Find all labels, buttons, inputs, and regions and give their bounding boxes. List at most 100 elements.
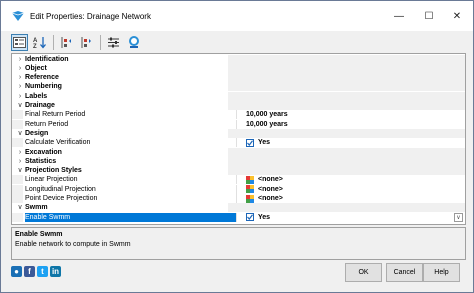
filter-settings-button[interactable] bbox=[105, 34, 122, 51]
chevron-right-icon[interactable]: › bbox=[16, 157, 24, 166]
category-row[interactable]: ∨ Projection Styles bbox=[12, 166, 465, 176]
category-label: Design bbox=[25, 129, 49, 137]
column-divider bbox=[236, 119, 237, 129]
row-gutter bbox=[12, 138, 23, 148]
linkedin-icon[interactable]: in bbox=[50, 266, 61, 277]
edit-properties-dialog: Edit Properties: Drainage Network — ☐ ✕ … bbox=[0, 0, 474, 293]
category-row[interactable]: ∨ Design bbox=[12, 128, 465, 138]
help-button[interactable]: Help bbox=[423, 263, 460, 282]
property-row[interactable]: Return Period 10,000 years bbox=[12, 119, 465, 129]
row-gutter bbox=[12, 175, 23, 185]
row-gutter bbox=[12, 119, 23, 129]
property-value[interactable]: 10,000 years bbox=[246, 120, 288, 129]
category-fill bbox=[228, 73, 465, 83]
search-button[interactable] bbox=[125, 34, 142, 51]
property-value-text: Yes bbox=[258, 139, 271, 147]
property-value-text: Yes bbox=[258, 213, 271, 221]
help-description: Enable network to compute in Swmm bbox=[15, 241, 131, 248]
category-fill bbox=[228, 91, 465, 101]
window-title: Edit Properties: Drainage Network bbox=[30, 11, 151, 21]
chevron-down-icon[interactable]: ∨ bbox=[16, 101, 24, 110]
category-row[interactable]: › Excavation bbox=[12, 147, 465, 157]
social-links: ● f t in bbox=[11, 266, 63, 277]
chevron-right-icon[interactable]: › bbox=[16, 148, 24, 157]
category-label: Labels bbox=[25, 92, 48, 100]
property-value[interactable]: 10,000 years bbox=[246, 110, 288, 119]
category-label: Projection Styles bbox=[25, 167, 82, 175]
category-fill bbox=[228, 82, 465, 92]
chevron-right-icon[interactable]: › bbox=[16, 64, 24, 73]
property-value[interactable]: Yes bbox=[236, 138, 270, 147]
globe-icon[interactable]: ● bbox=[11, 266, 22, 277]
maximize-button[interactable]: ☐ bbox=[414, 1, 444, 31]
close-button[interactable]: ✕ bbox=[442, 1, 472, 31]
category-fill bbox=[228, 101, 465, 110]
twitter-icon[interactable]: t bbox=[37, 266, 48, 277]
category-fill bbox=[228, 128, 465, 138]
property-row[interactable]: Linear Projection <none> bbox=[12, 175, 465, 185]
property-label: Return Period bbox=[25, 120, 69, 128]
property-label: Point Device Projection bbox=[25, 195, 98, 202]
property-row[interactable]: Point Device Projection <none> bbox=[12, 194, 465, 203]
sort-az-icon: AZ bbox=[33, 36, 46, 49]
category-row[interactable]: › Numbering bbox=[12, 82, 465, 92]
chevron-down-icon[interactable]: ∨ bbox=[16, 166, 24, 175]
chevron-right-icon[interactable]: › bbox=[16, 82, 24, 91]
category-row[interactable]: › Object bbox=[12, 63, 465, 73]
checkbox-icon bbox=[246, 213, 254, 222]
property-label: Longitudinal Projection bbox=[25, 185, 96, 193]
help-title: Enable Swmm bbox=[15, 231, 63, 238]
categorized-view-button[interactable] bbox=[11, 33, 28, 51]
property-row[interactable]: Final Return Period 10,000 years bbox=[12, 110, 465, 120]
property-label: Enable Swmm bbox=[25, 212, 236, 222]
chevron-down-icon[interactable]: ∨ bbox=[16, 203, 24, 212]
toolbar-separator bbox=[53, 34, 54, 50]
title-bar[interactable]: Edit Properties: Drainage Network — ☐ ✕ bbox=[1, 1, 473, 31]
chevron-right-icon[interactable]: › bbox=[16, 92, 24, 101]
property-row[interactable]: Enable Swmm Yes ∨ bbox=[12, 212, 465, 222]
row-gutter bbox=[12, 110, 23, 120]
property-grid: › Identification › Object › Reference › Numberi… bbox=[11, 53, 466, 225]
property-row[interactable]: Longitudinal Projection <none> bbox=[12, 184, 465, 194]
property-value[interactable]: <none> bbox=[236, 185, 283, 194]
category-row[interactable]: ∨ Swmm bbox=[12, 203, 465, 213]
category-fill bbox=[228, 147, 465, 157]
alphabetical-sort-button[interactable]: AZ bbox=[31, 34, 48, 51]
row-gutter bbox=[12, 184, 23, 194]
facebook-icon[interactable]: f bbox=[24, 266, 35, 277]
category-fill bbox=[228, 166, 465, 176]
expand-all-button[interactable] bbox=[78, 34, 95, 51]
chevron-down-icon[interactable]: ∨ bbox=[16, 129, 24, 138]
collapse-all-button[interactable] bbox=[58, 34, 75, 51]
property-value-text: <none> bbox=[258, 176, 283, 184]
cancel-button[interactable]: Cancel bbox=[386, 263, 423, 282]
category-row[interactable]: ∨ Drainage bbox=[12, 101, 465, 110]
minimize-button[interactable]: — bbox=[384, 1, 414, 31]
category-label: Drainage bbox=[25, 102, 55, 109]
property-value[interactable]: <none> bbox=[236, 175, 283, 184]
property-label: Calculate Verification bbox=[25, 139, 91, 147]
chevron-right-icon[interactable]: › bbox=[16, 73, 24, 82]
property-value-text: 10,000 years bbox=[246, 120, 288, 128]
category-row[interactable]: › Labels bbox=[12, 91, 465, 101]
category-fill bbox=[228, 203, 465, 213]
app-icon bbox=[11, 9, 25, 23]
column-divider bbox=[236, 110, 237, 120]
property-value[interactable]: Yes bbox=[236, 213, 270, 222]
style-icon bbox=[246, 175, 254, 184]
row-gutter bbox=[12, 194, 23, 203]
property-label: Final Return Period bbox=[25, 111, 86, 119]
category-row[interactable]: › Identification bbox=[12, 54, 465, 64]
property-label: Linear Projection bbox=[25, 176, 78, 184]
category-label: Reference bbox=[25, 74, 59, 82]
property-value[interactable]: <none> bbox=[236, 194, 283, 203]
toolbar: AZ bbox=[11, 32, 466, 52]
category-row[interactable]: › Statistics bbox=[12, 156, 465, 166]
chevron-right-icon[interactable]: › bbox=[16, 55, 24, 64]
ok-button[interactable]: OK bbox=[345, 263, 382, 282]
property-row[interactable]: Calculate Verification Yes bbox=[12, 138, 465, 148]
dropdown-button[interactable]: ∨ bbox=[454, 212, 463, 222]
category-row[interactable]: › Reference bbox=[12, 73, 465, 83]
search-icon bbox=[128, 36, 139, 48]
style-icon bbox=[246, 194, 254, 203]
